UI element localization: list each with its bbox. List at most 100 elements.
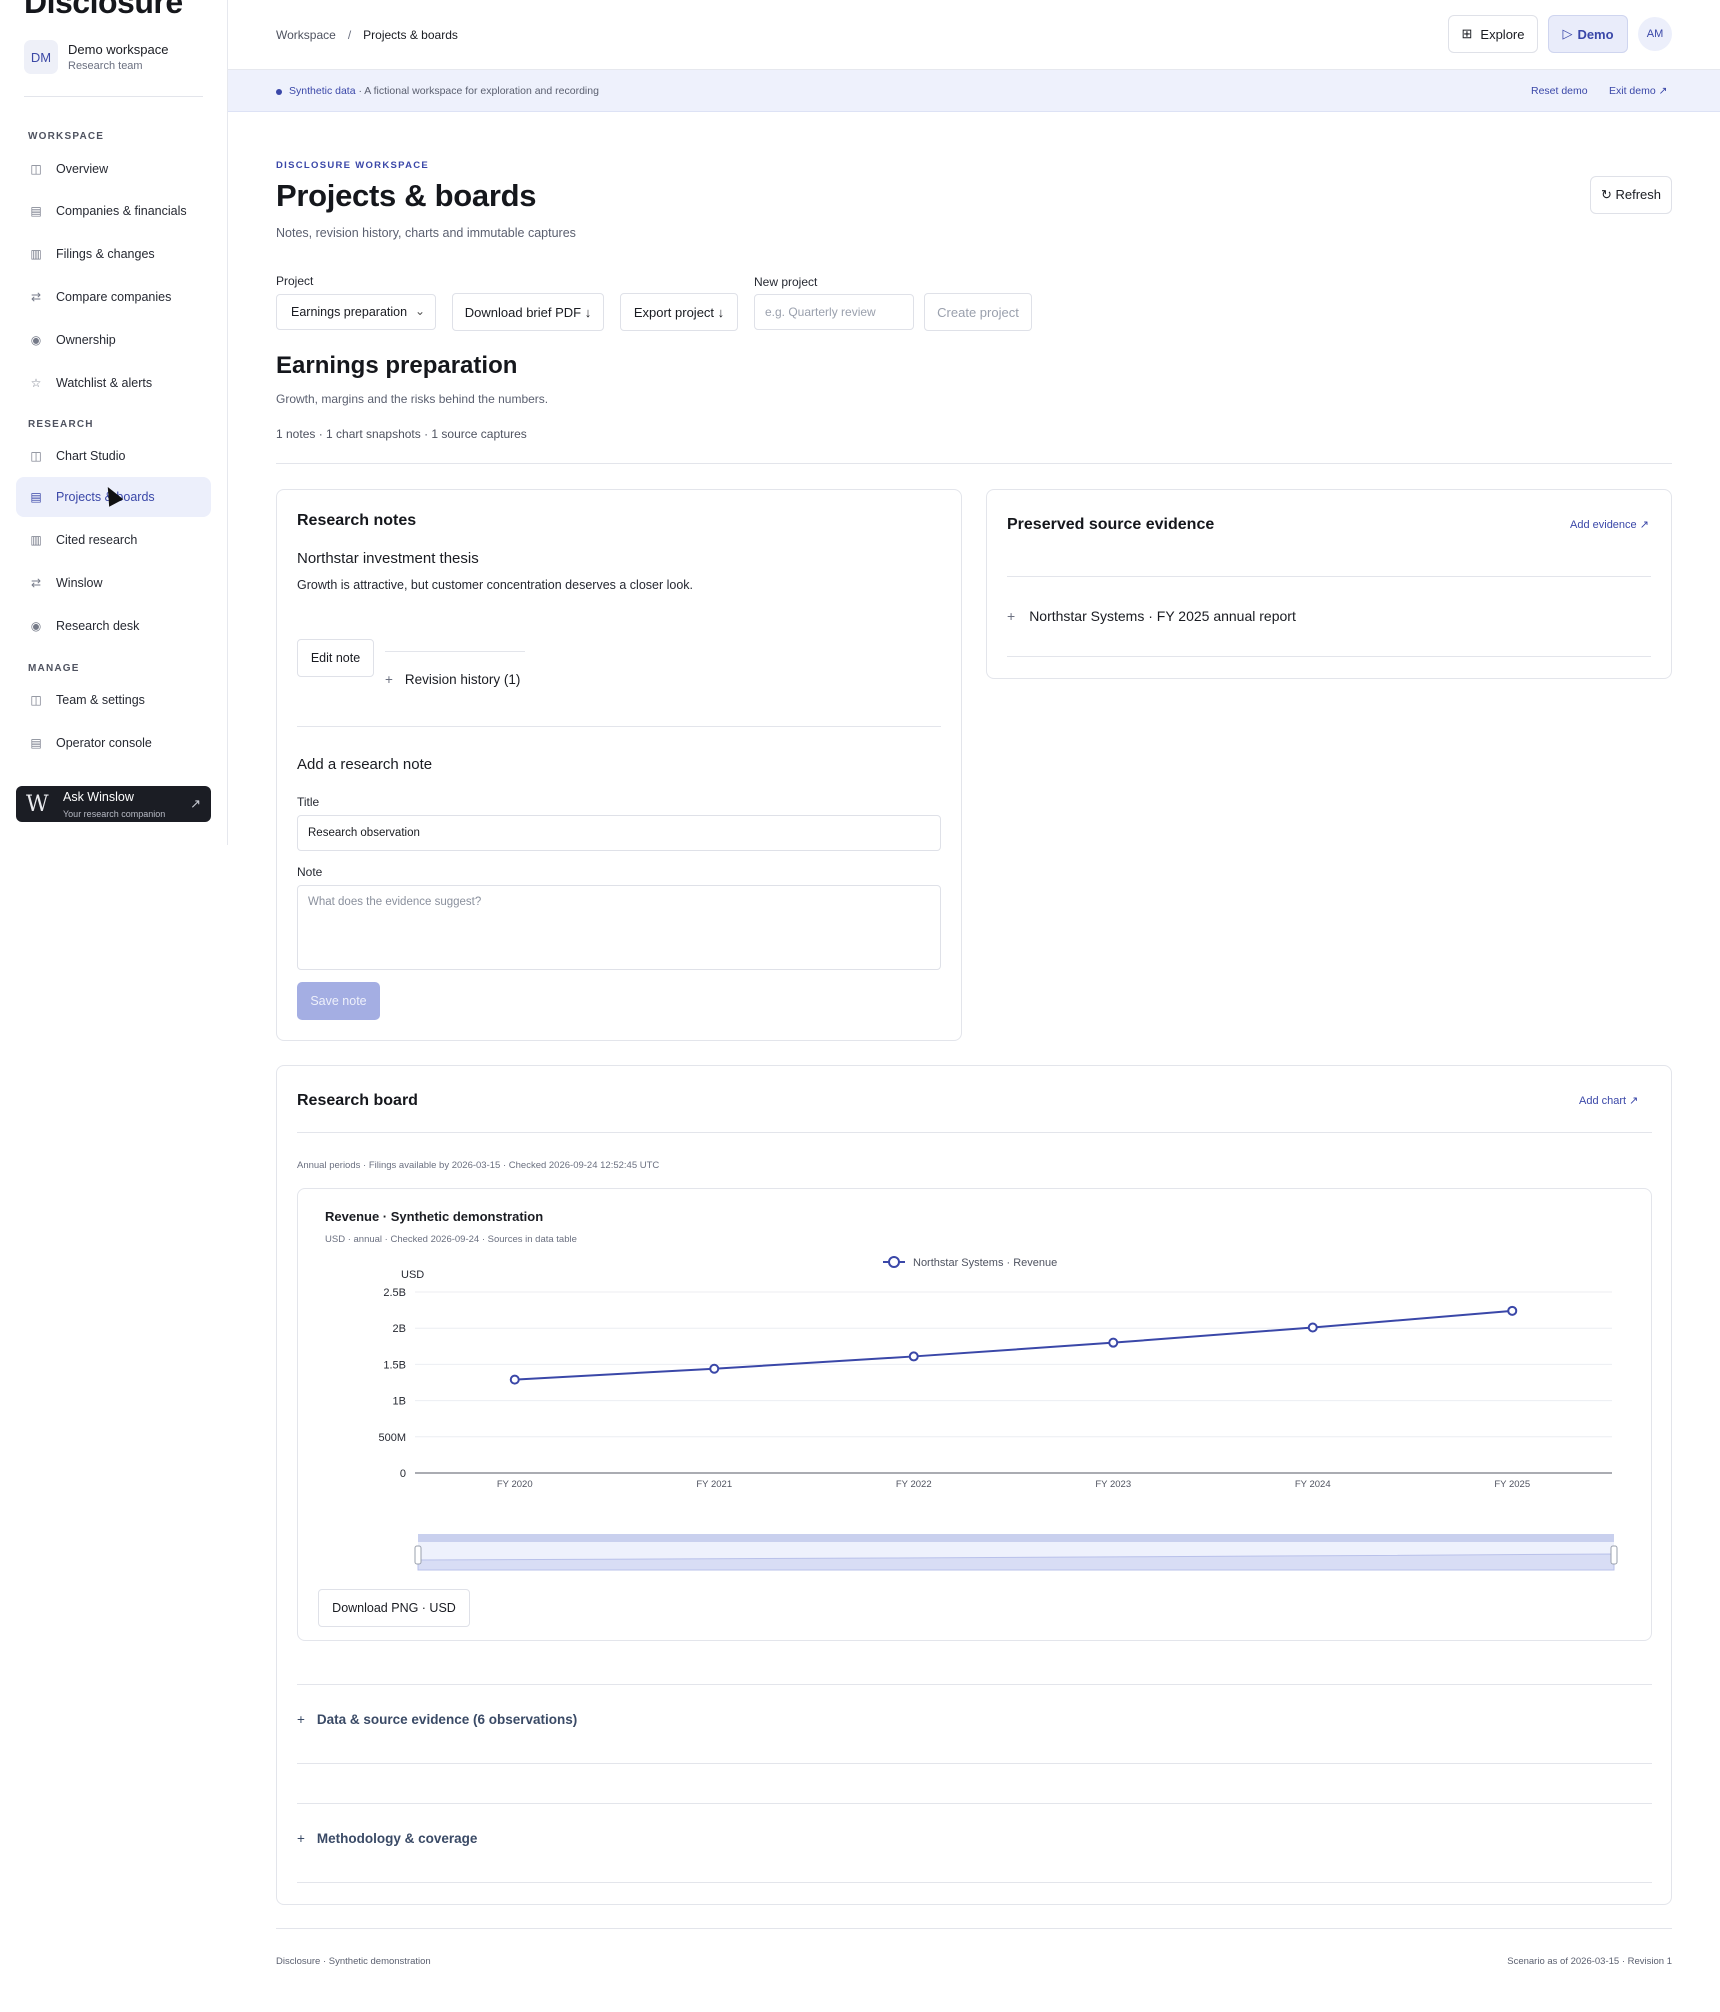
accordion-divider (297, 1684, 1652, 1685)
page-title: Projects & boards (276, 178, 537, 213)
revision-history-label: Revision history (1) (404, 672, 521, 687)
evidence-divider-bottom (1007, 656, 1651, 657)
chart-subtitle: USD · annual · Checked 2026-09-24 · Sour… (325, 1234, 577, 1245)
x-tick-label: FY 2020 (497, 1479, 533, 1490)
research-board-card: Research board Add chart ↗ Annual period… (276, 1065, 1672, 1905)
sidebar-item-companies[interactable]: ▤ Companies & financials (16, 191, 211, 231)
data-point[interactable] (1108, 1337, 1119, 1348)
add-evidence-link[interactable]: Add evidence ↗ (1570, 518, 1649, 531)
plus-icon: + (385, 672, 393, 687)
table-icon: ▤ (30, 204, 42, 218)
add-chart-link[interactable]: Add chart ↗ (1579, 1094, 1638, 1107)
sidebar-item-ownership[interactable]: ◉ Ownership (16, 320, 211, 360)
download-png-button[interactable]: Download PNG · USD (318, 1589, 470, 1627)
sidebar-item-label: Filings & changes (56, 247, 155, 261)
data-point[interactable] (1507, 1305, 1518, 1316)
revision-divider (385, 651, 525, 652)
new-project-input[interactable]: e.g. Quarterly review (754, 294, 914, 330)
evidence-card: Preserved source evidence Add evidence ↗… (986, 489, 1672, 679)
explore-button[interactable]: ⊞ Explore (1448, 15, 1538, 53)
plus-icon: + (297, 1712, 305, 1727)
sidebar-item-research-desk[interactable]: ◉ Research desk (16, 606, 211, 646)
plus-icon: + (1007, 608, 1016, 624)
status-dot-icon (276, 89, 282, 95)
x-axis-ticks: FY 2020 FY 2021 FY 2022 FY 2023 FY 2024 FY 20… (497, 1479, 1530, 1490)
y-tick-label: 1.5B (383, 1359, 406, 1371)
footer-divider (276, 1928, 1672, 1929)
table-icon: ▤ (30, 490, 42, 504)
sidebar-item-chart-studio[interactable]: ◫ Chart Studio (16, 436, 211, 476)
evidence-item[interactable]: + Northstar Systems · FY 2025 annual repo… (1007, 608, 1296, 624)
edit-note-button[interactable]: Edit note (297, 639, 374, 677)
x-tick-label: FY 2024 (1295, 1479, 1331, 1490)
sidebar-item-compare[interactable]: ⇄ Compare companies (16, 277, 211, 317)
swap-icon: ⇄ (30, 290, 42, 304)
research-notes-card: Research notes Northstar investment thes… (276, 489, 962, 1041)
sidebar-item-watchlist[interactable]: ☆ Watchlist & alerts (16, 363, 211, 403)
note-textarea[interactable]: What does the evidence suggest? (297, 885, 941, 970)
sidebar-item-team-settings[interactable]: ◫ Team & settings (16, 680, 211, 720)
demo-button[interactable]: ▷ Demo (1548, 15, 1628, 53)
data-point[interactable] (509, 1374, 520, 1385)
reset-demo-link[interactable]: Reset demo (1531, 85, 1588, 97)
download-brief-button[interactable]: Download brief PDF ↓ (452, 293, 604, 331)
y-tick-label: 0 (400, 1468, 406, 1480)
refresh-button[interactable]: ↻ Refresh (1590, 176, 1672, 214)
save-note-button[interactable]: Save note (297, 982, 380, 1020)
project-select[interactable]: Earnings preparation ⌄ (276, 294, 436, 330)
ask-winslow-title: Ask Winslow (63, 790, 134, 804)
page-eyebrow: DISCLOSURE WORKSPACE (276, 160, 430, 171)
workspace-avatar: DM (24, 40, 58, 74)
methodology-accordion[interactable]: + Methodology & coverage (297, 1831, 477, 1846)
data-evidence-accordion[interactable]: + Data & source evidence (6 observations) (297, 1712, 577, 1727)
sidebar-item-filings[interactable]: ▥ Filings & changes (16, 234, 211, 274)
navigator-left-handle[interactable] (414, 1545, 422, 1565)
sidebar-item-cited-research[interactable]: ▥ Cited research (16, 520, 211, 560)
breadcrumb-workspace[interactable]: Workspace (276, 28, 336, 42)
sidebar-item-label: Research desk (56, 619, 140, 633)
navigator-scrollbar[interactable] (418, 1534, 1614, 1542)
range-navigator[interactable] (414, 1534, 1618, 1571)
play-icon: ▷ (1562, 26, 1573, 41)
project-counts: 1 notes · 1 chart snapshots · 1 source c… (276, 427, 527, 441)
y-axis-ticks: 0 500M 1B 1.5B 2B 2.5B (378, 1287, 406, 1480)
workspace-name: Demo workspace (68, 42, 169, 57)
app-logo[interactable]: Disclosure (24, 0, 183, 21)
chart-legend: Northstar Systems · Revenue (883, 1256, 1057, 1269)
user-avatar[interactable]: AM (1638, 17, 1672, 51)
data-point[interactable] (1307, 1322, 1318, 1333)
y-tick-label: 500M (378, 1432, 406, 1444)
banner-highlight: Synthetic data (289, 85, 356, 97)
table-icon: ▤ (30, 736, 42, 750)
ask-winslow-subtitle: Your research companion (63, 809, 166, 819)
create-project-button[interactable]: Create project (924, 293, 1032, 331)
ask-winslow-button[interactable]: W Ask Winslow Your research companion ↗ (16, 786, 211, 822)
chart-title: Revenue · Synthetic demonstration (325, 1209, 544, 1224)
workspace-switcher[interactable]: DM Demo workspace Research team (24, 40, 168, 74)
sidebar-item-label: Compare companies (56, 290, 172, 304)
accordion-divider (297, 1803, 1652, 1804)
sidebar-item-overview[interactable]: ◫ Overview (16, 149, 211, 189)
methodology-label: Methodology & coverage (316, 1831, 478, 1846)
data-point[interactable] (709, 1363, 720, 1374)
demo-banner: Synthetic data · A fictional workspace f… (228, 70, 1720, 112)
x-tick-label: FY 2022 (896, 1479, 932, 1490)
data-point[interactable] (908, 1351, 919, 1362)
sidebar-item-winslow[interactable]: ⇄ Winslow (16, 563, 211, 603)
sidebar-item-operator-console[interactable]: ▤ Operator console (16, 723, 211, 763)
exit-demo-link[interactable]: Exit demo ↗ (1609, 85, 1667, 97)
sidebar-item-label: Operator console (56, 736, 152, 750)
revision-history-toggle[interactable]: + Revision history (1) (385, 672, 520, 687)
section-label-workspace: WORKSPACE (28, 131, 105, 142)
document-icon: ▥ (30, 533, 42, 547)
project-description: Growth, margins and the risks behind the… (276, 392, 549, 406)
swap-icon: ⇄ (30, 576, 42, 590)
project-title: Earnings preparation (276, 352, 518, 379)
export-project-button[interactable]: Export project ↓ (620, 293, 738, 331)
navigator-right-handle[interactable] (1610, 1545, 1618, 1565)
panel-icon: ◫ (30, 449, 42, 463)
legend-marker (888, 1256, 900, 1268)
note-title-input[interactable]: Research observation (297, 815, 941, 851)
new-project-label: New project (754, 275, 818, 289)
external-link-icon: ↗ (190, 796, 201, 811)
